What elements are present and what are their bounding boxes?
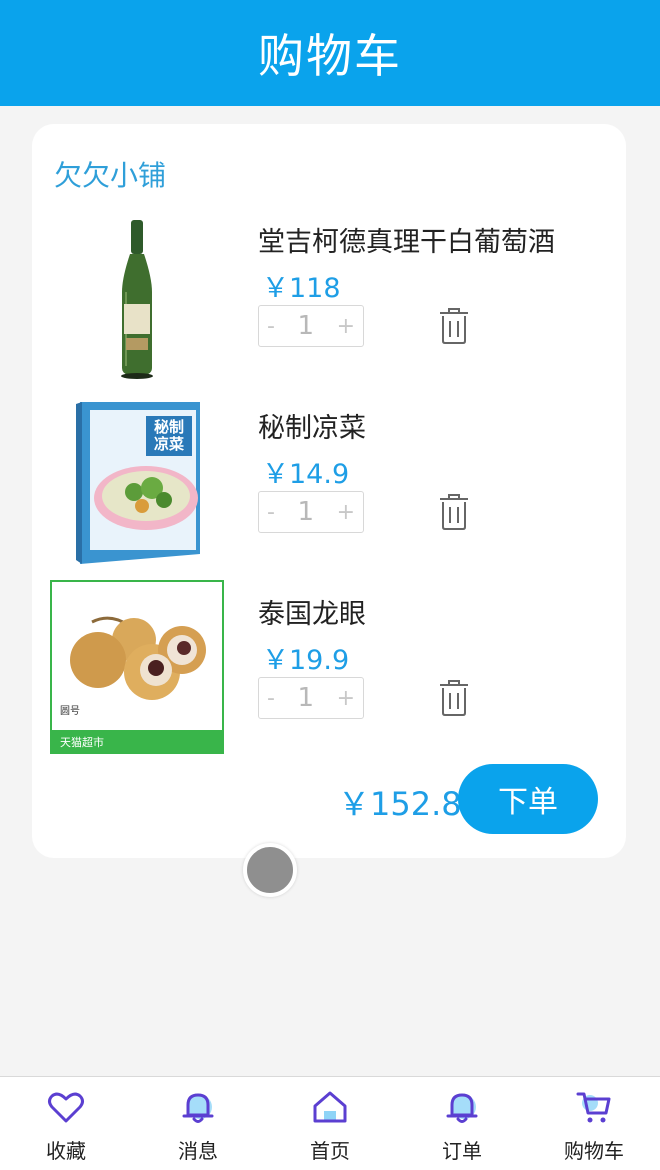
increase-button[interactable]: + bbox=[337, 500, 355, 525]
quantity-stepper[interactable]: - 1 + bbox=[258, 305, 364, 347]
tab-label: 订单 bbox=[442, 1139, 482, 1163]
longan-fruit-image[interactable]: 圆号 天猫超市 bbox=[50, 580, 224, 754]
item-price: ￥118 bbox=[262, 273, 341, 304]
shop-cart-card: 欠欠小铺 堂吉柯德真理干白葡萄酒 ￥118 - 1 + 秘制凉菜 秘制凉菜 ￥1… bbox=[32, 124, 626, 858]
item-price: ￥14.9 bbox=[262, 459, 350, 490]
floating-assistive-button[interactable] bbox=[243, 843, 297, 897]
page-title: 购物车 bbox=[258, 29, 402, 83]
wine-bottle-image[interactable] bbox=[50, 208, 224, 382]
heart-icon bbox=[48, 1092, 84, 1123]
quantity-stepper[interactable]: - 1 + bbox=[258, 677, 364, 719]
trash-icon[interactable] bbox=[438, 493, 470, 531]
trash-icon[interactable] bbox=[438, 307, 470, 345]
item-price: ￥19.9 bbox=[262, 645, 350, 676]
quantity-value[interactable]: 1 bbox=[297, 311, 314, 341]
decrease-button[interactable]: - bbox=[267, 500, 275, 525]
tab-label: 消息 bbox=[178, 1139, 218, 1163]
tab-favorites[interactable]: 收藏 bbox=[0, 1077, 132, 1170]
bell-icon bbox=[182, 1093, 214, 1123]
tab-cart[interactable]: 购物车 bbox=[528, 1077, 660, 1170]
cart-item: 秘制凉菜 秘制凉菜 ￥14.9 - 1 + bbox=[32, 394, 626, 574]
fruit-label-text: 圆号 bbox=[60, 706, 80, 717]
cold-dish-cookbook-image[interactable]: 秘制凉菜 bbox=[50, 394, 224, 568]
quantity-value[interactable]: 1 bbox=[297, 683, 314, 713]
tab-label: 购物车 bbox=[564, 1139, 624, 1163]
item-name[interactable]: 泰国龙眼 bbox=[258, 592, 366, 631]
tab-label: 首页 bbox=[310, 1139, 350, 1163]
item-name[interactable]: 秘制凉菜 bbox=[258, 406, 366, 445]
increase-button[interactable]: + bbox=[337, 686, 355, 711]
cookbook-cover-text: 秘制凉菜 bbox=[153, 418, 184, 453]
tab-messages[interactable]: 消息 bbox=[132, 1077, 264, 1170]
quantity-stepper[interactable]: - 1 + bbox=[258, 491, 364, 533]
cart-item: 堂吉柯德真理干白葡萄酒 ￥118 - 1 + bbox=[32, 208, 626, 388]
cart-icon bbox=[576, 1092, 611, 1123]
cart-item: 圆号 天猫超市 泰国龙眼 ￥19.9 - 1 + bbox=[32, 580, 626, 760]
tab-home[interactable]: 首页 bbox=[264, 1077, 396, 1170]
decrease-button[interactable]: - bbox=[267, 686, 275, 711]
bottom-tab-bar: 收藏 消息 首页 订单 购物车 bbox=[0, 1076, 660, 1170]
home-icon bbox=[313, 1091, 347, 1123]
tab-label: 收藏 bbox=[46, 1139, 86, 1163]
place-order-button[interactable]: 下单 bbox=[458, 764, 598, 834]
item-name[interactable]: 堂吉柯德真理干白葡萄酒 bbox=[258, 220, 555, 259]
increase-button[interactable]: + bbox=[337, 314, 355, 339]
tab-orders[interactable]: 订单 bbox=[396, 1077, 528, 1170]
trash-icon[interactable] bbox=[438, 679, 470, 717]
cart-total: ￥152.8 bbox=[338, 785, 462, 823]
top-bar: 购物车 bbox=[0, 0, 660, 106]
tmall-banner-text: 天猫超市 bbox=[60, 736, 104, 749]
quantity-value[interactable]: 1 bbox=[297, 497, 314, 527]
decrease-button[interactable]: - bbox=[267, 314, 275, 339]
shop-name[interactable]: 欠欠小铺 bbox=[54, 154, 166, 194]
bell-icon bbox=[446, 1093, 478, 1123]
